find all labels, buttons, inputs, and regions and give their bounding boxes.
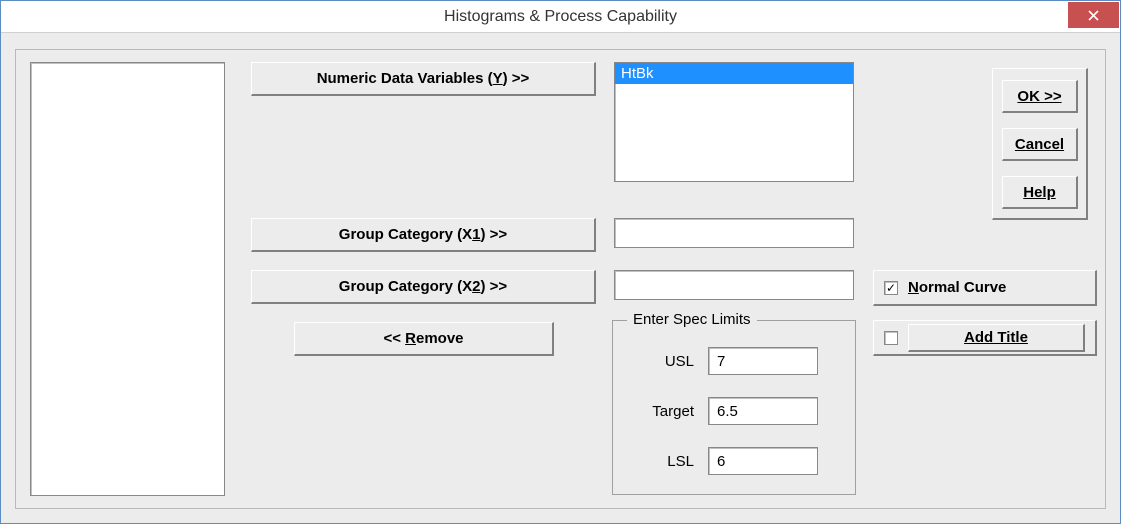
inner-panel: Numeric Data Variables (Y) >> HtBk OK >>… (15, 49, 1106, 509)
source-variable-list[interactable] (30, 62, 225, 496)
button-label: Group Category (X2) >> (339, 278, 507, 295)
normal-curve-label: Normal Curve (908, 279, 1006, 296)
numeric-data-variables-button[interactable]: Numeric Data Variables (Y) >> (251, 62, 596, 96)
cancel-button[interactable]: Cancel (1002, 128, 1078, 161)
close-icon (1088, 10, 1099, 21)
close-button[interactable] (1068, 2, 1119, 28)
normal-curve-row[interactable]: ✓ Normal Curve (873, 270, 1097, 306)
target-field[interactable] (708, 397, 818, 425)
y-variable-list[interactable]: HtBk (614, 62, 854, 182)
group-category-x1-field[interactable] (614, 218, 854, 248)
group-category-x1-button[interactable]: Group Category (X1) >> (251, 218, 596, 252)
titlebar: Histograms & Process Capability (1, 1, 1120, 33)
add-title-button[interactable]: Add Title (908, 324, 1085, 352)
usl-field[interactable] (708, 347, 818, 375)
lsl-label: LSL (613, 453, 708, 470)
target-label: Target (613, 403, 708, 420)
add-title-checkbox[interactable] (884, 331, 898, 345)
spec-limits-group: Enter Spec Limits USL Target LSL (612, 320, 856, 495)
button-label: Group Category (X1) >> (339, 226, 507, 243)
ok-button[interactable]: OK >> (1002, 80, 1078, 113)
window-title: Histograms & Process Capability (1, 8, 1120, 26)
add-title-row: Add Title (873, 320, 1097, 356)
lsl-field[interactable] (708, 447, 818, 475)
button-label: << Remove (383, 330, 463, 347)
remove-button[interactable]: << Remove (294, 322, 554, 356)
usl-label: USL (613, 353, 708, 370)
group-category-x2-button[interactable]: Group Category (X2) >> (251, 270, 596, 304)
dialog-window: Histograms & Process Capability Numeric … (0, 0, 1121, 524)
group-category-x2-field[interactable] (614, 270, 854, 300)
button-label: Numeric Data Variables (Y) >> (317, 70, 530, 87)
help-button[interactable]: Help (1002, 176, 1078, 209)
list-item[interactable]: HtBk (615, 63, 853, 84)
spec-limits-legend: Enter Spec Limits (627, 311, 757, 328)
normal-curve-checkbox[interactable]: ✓ (884, 281, 898, 295)
client-area: Numeric Data Variables (Y) >> HtBk OK >>… (1, 33, 1120, 523)
